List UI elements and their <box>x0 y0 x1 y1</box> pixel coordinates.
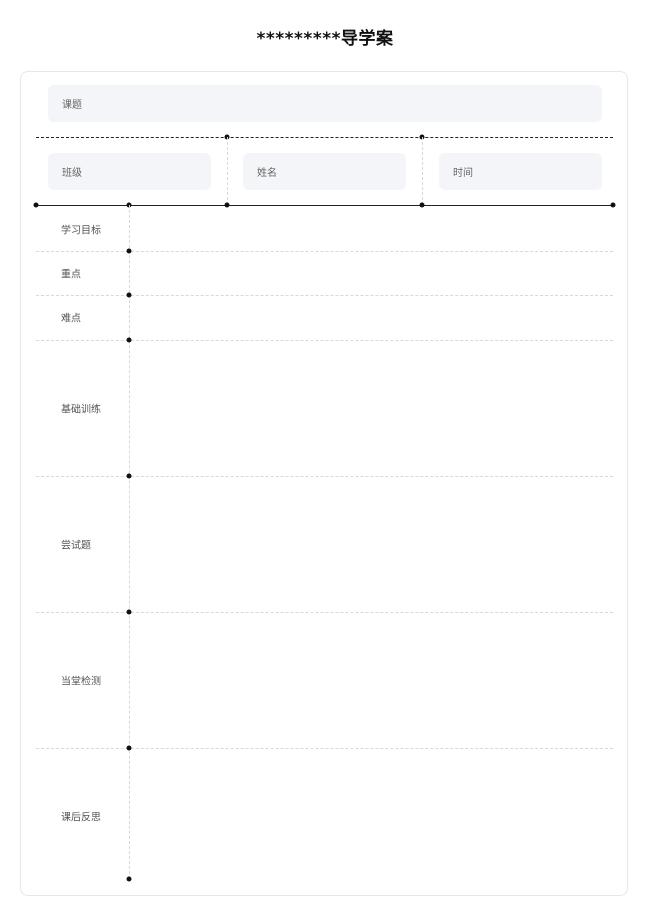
row-separator <box>36 251 613 252</box>
name-label: 姓名 <box>257 168 277 179</box>
topic-label: 课题 <box>62 100 82 111</box>
line-dot <box>610 202 616 208</box>
section-label-reflection: 课后反思 <box>61 812 101 824</box>
field-separator <box>422 137 423 205</box>
row-dot <box>126 248 132 254</box>
row-separator <box>36 295 613 296</box>
section-label-basic-training: 基础训练 <box>61 404 101 416</box>
row-dot <box>126 876 132 882</box>
row-dot <box>126 609 132 615</box>
section-label-trial-questions: 尝试题 <box>61 540 91 552</box>
section-label-learning-goals: 学习目标 <box>61 225 101 237</box>
row-separator <box>36 476 613 477</box>
line-dot <box>419 202 425 208</box>
header-divider <box>36 137 613 138</box>
time-label: 时间 <box>453 168 473 179</box>
row-dot <box>126 745 132 751</box>
worksheet-card <box>20 71 628 896</box>
line-dot <box>33 202 39 208</box>
topic-field[interactable]: 课题 <box>48 85 602 122</box>
row-separator <box>36 748 613 749</box>
row-dot <box>126 337 132 343</box>
time-field[interactable]: 时间 <box>439 153 602 190</box>
class-field[interactable]: 班级 <box>48 153 211 190</box>
table-top-line <box>36 205 613 206</box>
row-dot <box>126 473 132 479</box>
row-separator <box>36 612 613 613</box>
row-separator <box>36 340 613 341</box>
section-label-key-points: 重点 <box>61 269 81 281</box>
section-label-in-class-test: 当堂检测 <box>61 676 101 688</box>
line-dot <box>224 202 230 208</box>
class-label: 班级 <box>62 168 82 179</box>
name-field[interactable]: 姓名 <box>243 153 406 190</box>
row-dot <box>126 292 132 298</box>
page-title: *********导学案 <box>256 29 394 49</box>
column-divider <box>129 205 130 879</box>
section-label-difficulties: 难点 <box>61 313 81 325</box>
field-separator <box>227 137 228 205</box>
